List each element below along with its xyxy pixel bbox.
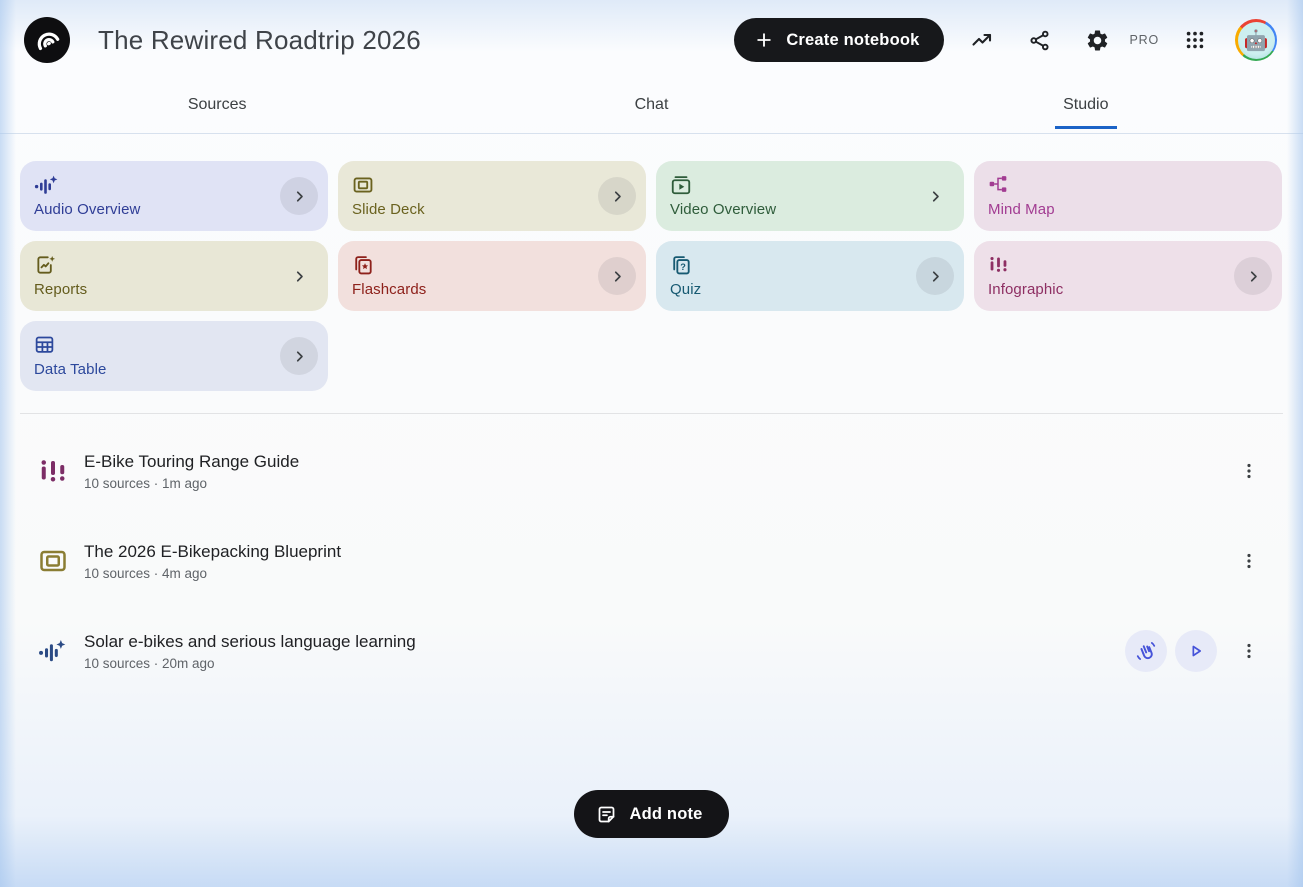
create-notebook-label: Create notebook: [786, 31, 919, 50]
card-mind-map[interactable]: Mind Map: [974, 161, 1282, 231]
chevron-right-button[interactable]: [598, 257, 636, 295]
chevron-right-button[interactable]: [916, 177, 954, 215]
plus-icon: [754, 30, 774, 50]
data-table-icon: [34, 334, 314, 354]
chevron-right-button[interactable]: [916, 257, 954, 295]
notebooklm-app: The Rewired Roadtrip 2026 Create noteboo…: [0, 0, 1303, 887]
analytics-button[interactable]: [962, 20, 1002, 60]
artifact-meta: 10 sources · 20m ago: [84, 656, 416, 671]
play-icon: [1186, 641, 1206, 661]
artifact-actions: [1225, 541, 1269, 581]
flashcards-icon: [352, 254, 632, 274]
video-overview-icon: [670, 174, 950, 194]
chevron-right-button[interactable]: [598, 177, 636, 215]
more-options-button[interactable]: [1229, 451, 1269, 491]
more-options-button[interactable]: [1229, 541, 1269, 581]
share-button[interactable]: [1020, 20, 1060, 60]
interactive-mode-button[interactable]: [1125, 630, 1167, 672]
card-audio-overview[interactable]: Audio Overview: [20, 161, 328, 231]
artifact-row-audio-overview[interactable]: Solar e-bikes and serious language learn…: [0, 606, 1303, 696]
google-apps-button[interactable]: [1175, 20, 1215, 60]
chevron-right-button[interactable]: [1234, 257, 1272, 295]
artifact-text: The 2026 E-Bikepacking Blueprint 10 sour…: [84, 542, 341, 581]
slide-deck-icon: [352, 174, 632, 194]
artifact-meta: 10 sources · 1m ago: [84, 476, 299, 491]
settings-button[interactable]: [1078, 20, 1118, 60]
artifact-text: E-Bike Touring Range Guide 10 sources · …: [84, 452, 299, 491]
panel-tabs: Sources Chat Studio: [0, 80, 1303, 134]
chevron-right-button[interactable]: [280, 337, 318, 375]
avatar-robot-image: 🤖: [1238, 22, 1275, 59]
add-note-button[interactable]: Add note: [574, 790, 728, 838]
card-video-overview[interactable]: Video Overview: [656, 161, 964, 231]
account-avatar[interactable]: 🤖: [1235, 19, 1277, 61]
artifact-title: E-Bike Touring Range Guide: [84, 452, 299, 472]
trending-up-icon: [970, 28, 994, 52]
chevron-right-button[interactable]: [280, 177, 318, 215]
artifact-actions: [1225, 451, 1269, 491]
artifact-row-infographic[interactable]: E-Bike Touring Range Guide 10 sources · …: [0, 426, 1303, 516]
slide-deck-icon: [38, 546, 70, 576]
apps-grid-icon: [1184, 29, 1206, 51]
card-reports[interactable]: Reports: [20, 241, 328, 311]
card-slide-deck[interactable]: Slide Deck: [338, 161, 646, 231]
artifact-title: The 2026 E-Bikepacking Blueprint: [84, 542, 341, 562]
report-sparkle-icon: [34, 254, 314, 274]
mind-map-icon: [988, 174, 1268, 194]
add-note-label: Add note: [629, 805, 702, 824]
interactive-mode-icon: [1135, 640, 1157, 662]
app-header: The Rewired Roadtrip 2026 Create noteboo…: [0, 0, 1303, 80]
card-flashcards[interactable]: Flashcards: [338, 241, 646, 311]
artifact-text: Solar e-bikes and serious language learn…: [84, 632, 416, 671]
notebooklm-logo[interactable]: [24, 17, 70, 63]
pro-badge: PRO: [1130, 33, 1160, 47]
artifact-title: Solar e-bikes and serious language learn…: [84, 632, 416, 652]
quiz-icon: ?: [670, 254, 950, 274]
play-button[interactable]: [1175, 630, 1217, 672]
svg-text:?: ?: [680, 262, 686, 272]
audio-waveform-sparkle-icon: [38, 638, 70, 664]
notebook-title[interactable]: The Rewired Roadtrip 2026: [98, 25, 421, 56]
infographic-icon: [38, 456, 70, 486]
note-add-icon: [596, 804, 617, 825]
add-note-container: Add note: [0, 790, 1303, 838]
artifact-list: E-Bike Touring Range Guide 10 sources · …: [0, 414, 1303, 696]
studio-panel: Audio Overview Slide Deck Video Overview…: [0, 134, 1303, 414]
share-icon: [1028, 29, 1051, 52]
more-options-button[interactable]: [1229, 631, 1269, 671]
gear-icon: [1085, 28, 1110, 53]
tab-studio[interactable]: Studio: [869, 80, 1303, 133]
chevron-right-button[interactable]: [280, 257, 318, 295]
artifact-row-slide-deck[interactable]: The 2026 E-Bikepacking Blueprint 10 sour…: [0, 516, 1303, 606]
card-infographic[interactable]: Infographic: [974, 241, 1282, 311]
studio-card-grid: Audio Overview Slide Deck Video Overview…: [20, 161, 1283, 391]
create-notebook-button[interactable]: Create notebook: [734, 18, 943, 62]
artifact-actions: [1125, 630, 1269, 672]
infographic-icon: [988, 254, 1268, 274]
audio-waveform-sparkle-icon: [34, 174, 314, 194]
tab-chat[interactable]: Chat: [434, 80, 868, 133]
artifact-meta: 10 sources · 4m ago: [84, 566, 341, 581]
card-quiz[interactable]: ? Quiz: [656, 241, 964, 311]
card-data-table[interactable]: Data Table: [20, 321, 328, 391]
tab-sources[interactable]: Sources: [0, 80, 434, 133]
